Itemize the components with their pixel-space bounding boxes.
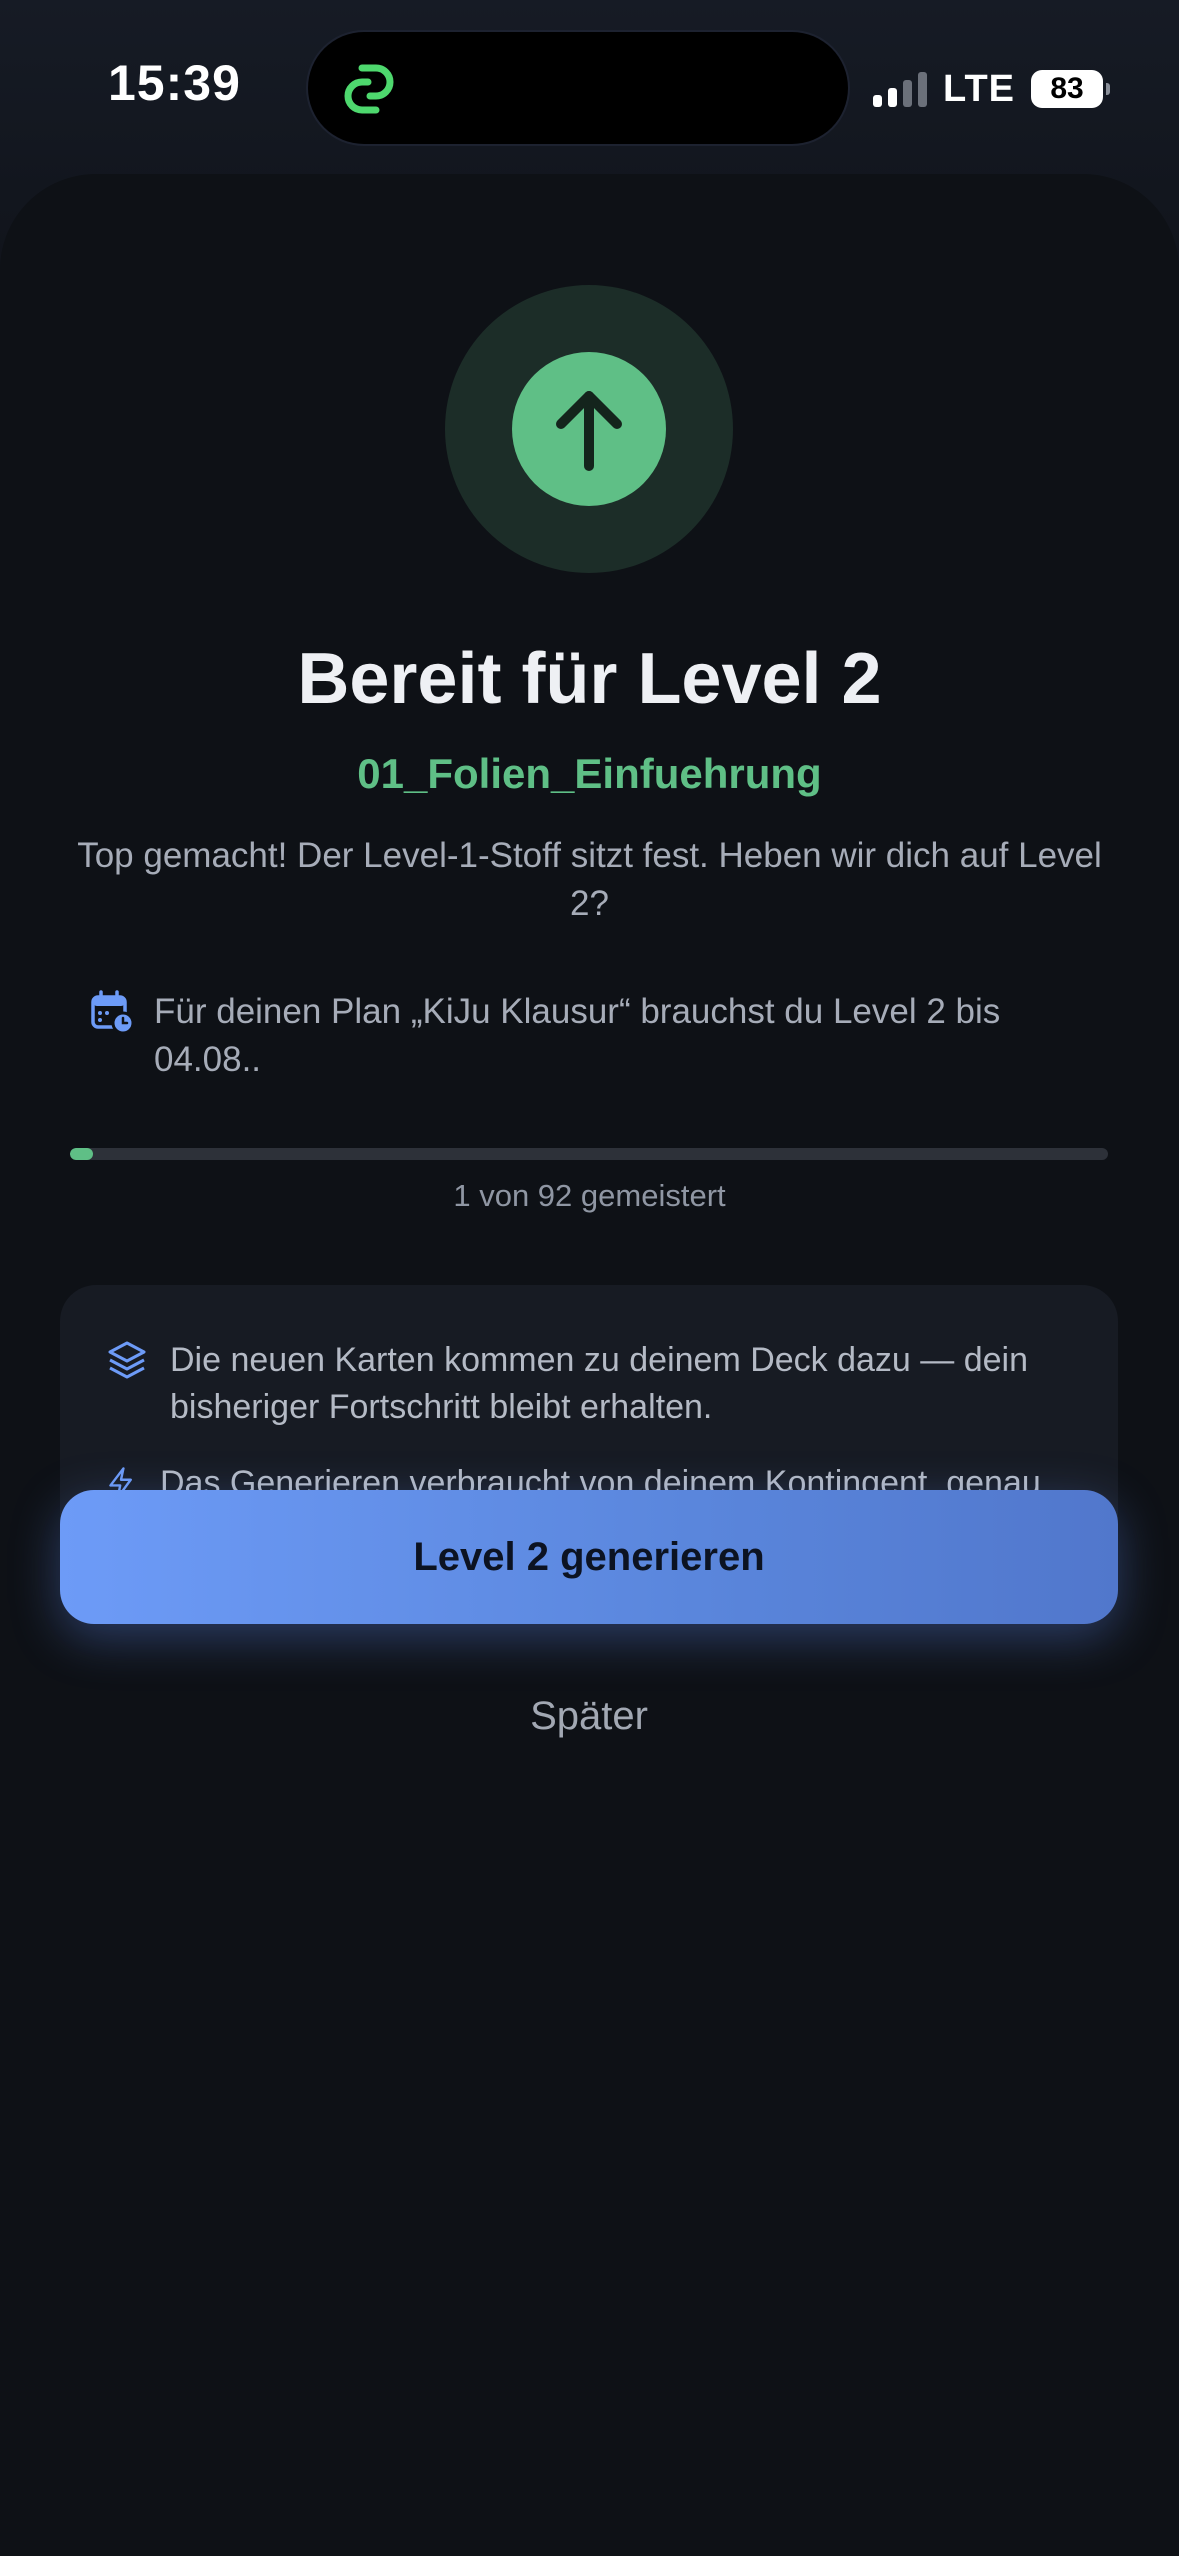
layers-icon (108, 1341, 146, 1379)
info-item-deck: Die neuen Karten kommen zu deinem Deck d… (106, 1337, 1066, 1431)
hero-badge (445, 285, 733, 573)
mastery-progress-label: 1 von 92 gemeistert (453, 1178, 726, 1213)
level-up-sheet: Bereit für Level 2 01_Folien_Einfuehrung… (0, 174, 1179, 2556)
status-time: 15:39 (108, 55, 241, 111)
status-indicators: LTE 83 (873, 66, 1110, 112)
battery-level: 83 (1050, 72, 1084, 105)
level-description: Top gemacht! Der Level-1-Stoff sitzt fes… (77, 836, 1102, 923)
cellular-signal-icon (873, 71, 928, 107)
hero-badge-inner (512, 352, 666, 506)
later-button[interactable]: Später (389, 1680, 789, 1752)
link-app-icon (344, 64, 394, 114)
page-title: Bereit für Level 2 (297, 639, 882, 719)
mastery-progress-bar (70, 1148, 1108, 1160)
generate-level-button[interactable]: Level 2 generieren (60, 1490, 1118, 1624)
network-type: LTE (943, 67, 1015, 110)
info-item-text: Die neuen Karten kommen zu deinem Deck d… (170, 1341, 1029, 1426)
mastery-progress-fill (70, 1148, 93, 1160)
calendar-clock-icon (91, 990, 134, 1034)
screen: 15:39 LTE 83 Bereit für Level 2 01_Folie… (0, 0, 1179, 2556)
dynamic-island[interactable] (308, 32, 848, 144)
deck-name: 01_Folien_Einfuehrung (357, 750, 822, 797)
plan-deadline-note: Für deinen Plan „KiJu Klausur“ brauchst … (90, 988, 1090, 1084)
battery-icon: 83 (1031, 70, 1110, 108)
plan-note-text: Für deinen Plan „KiJu Klausur“ brauchst … (154, 992, 1001, 1079)
arrow-up-icon (556, 391, 622, 471)
